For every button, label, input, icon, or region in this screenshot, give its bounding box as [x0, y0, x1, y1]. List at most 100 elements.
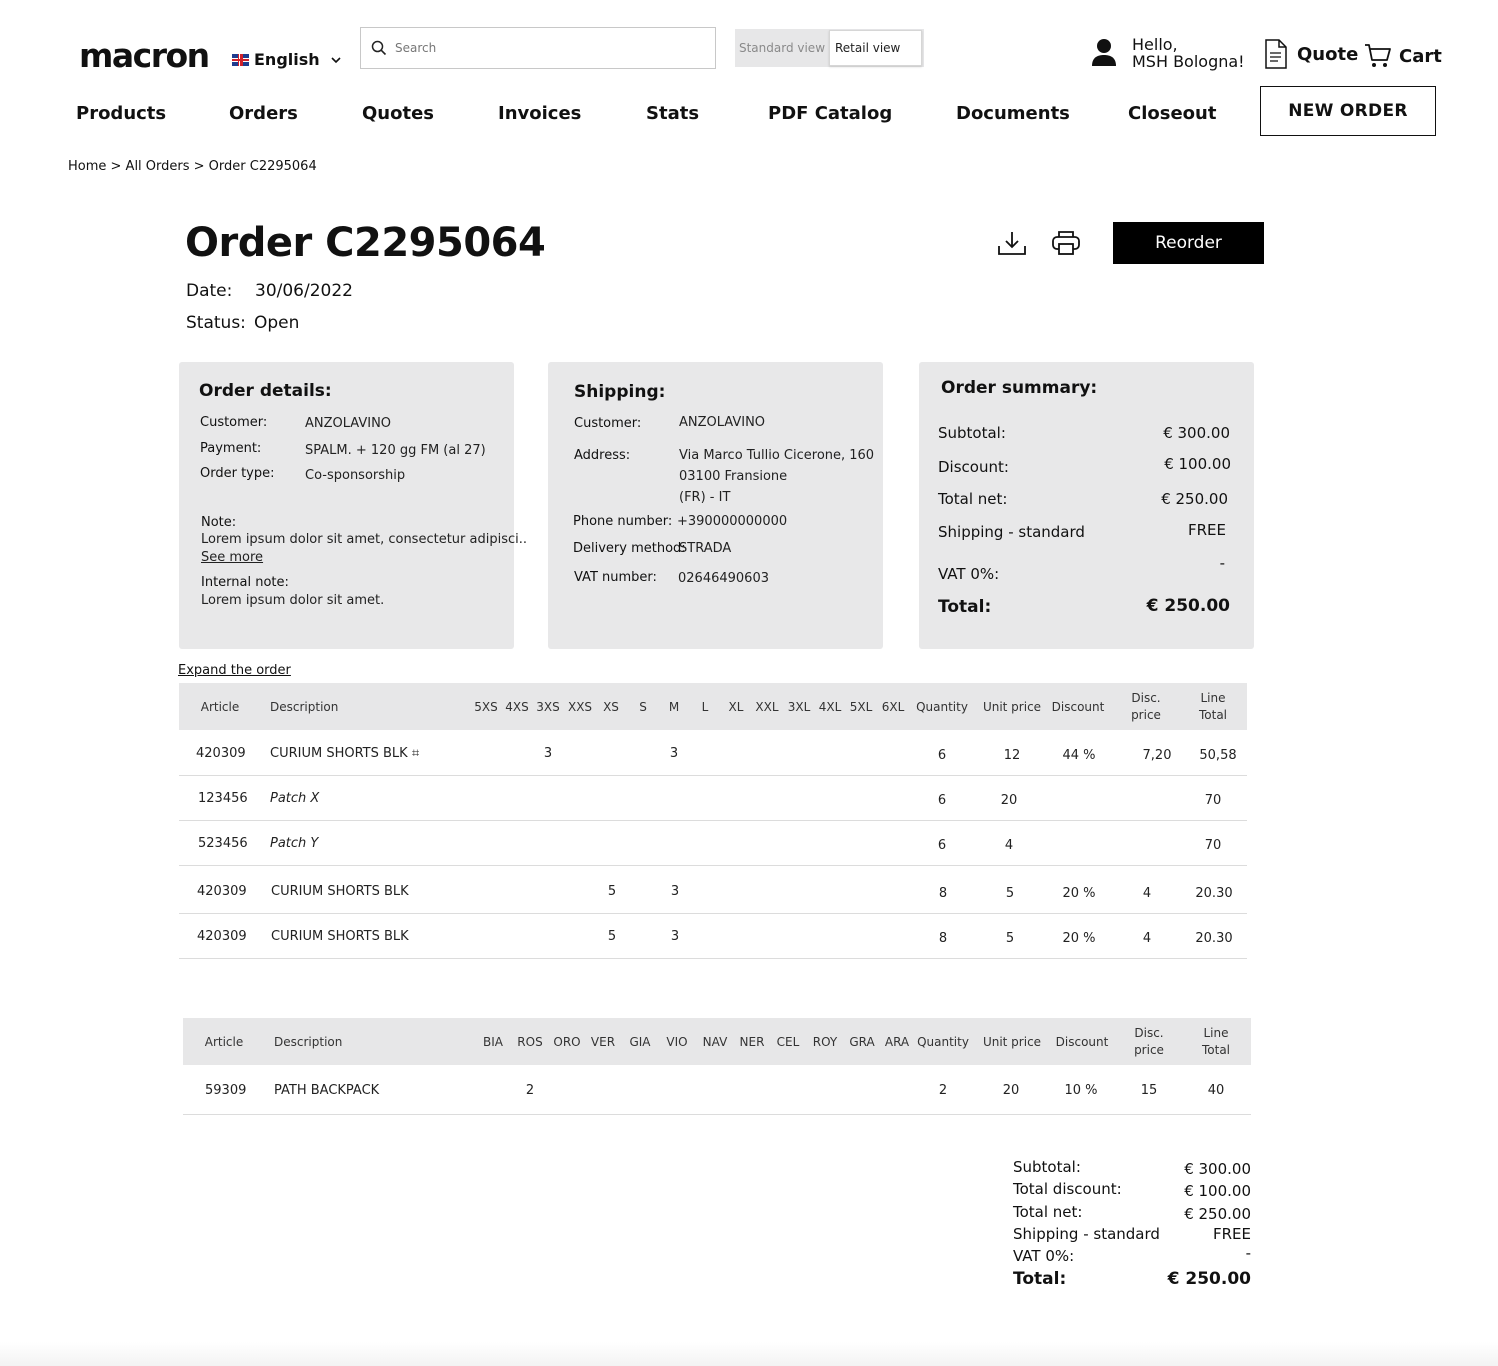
- t1-cell-line-total: 20.30: [1195, 886, 1233, 901]
- nav-products[interactable]: Products: [76, 103, 166, 124]
- breadcrumb[interactable]: Home > All Orders > Order C2295064: [68, 159, 317, 174]
- t1-cell-article: 420309: [197, 929, 247, 944]
- summary-total-net-label: Total net:: [938, 490, 1008, 508]
- t1-col-size: 3XS: [536, 700, 560, 714]
- t2-col-color: ARA: [884, 1035, 910, 1049]
- t2-col-color: VER: [590, 1035, 616, 1049]
- nav-documents[interactable]: Documents: [956, 103, 1070, 124]
- totals-discount-label: Total discount:: [1013, 1180, 1122, 1198]
- t1-cell-discount: 20 %: [1062, 886, 1096, 901]
- t2-col-color: ROS: [517, 1035, 543, 1049]
- t1-cell-quantity: 8: [938, 931, 948, 946]
- quote-button[interactable]: Quote: [1264, 38, 1358, 70]
- greeting-line-2: MSH Bologna!: [1132, 52, 1245, 71]
- ship-customer-value: ANZOLAVINO: [679, 415, 766, 430]
- t1-col-size: XS: [603, 700, 619, 714]
- search-box[interactable]: [360, 27, 716, 69]
- summary-subtotal-value: € 300.00: [1163, 424, 1230, 442]
- t2-cell-quantity: 2: [938, 1083, 948, 1098]
- user-icon[interactable]: [1090, 37, 1118, 67]
- nav-closeout[interactable]: Closeout: [1128, 103, 1216, 124]
- t1-col-size: 4XS: [505, 700, 529, 714]
- t1-cell-article: 523456: [198, 836, 248, 851]
- address-label: Address:: [574, 448, 631, 463]
- view-toggle[interactable]: Standard view Retail view: [735, 29, 924, 67]
- address-line-1: Via Marco Tullio Cicerone, 160: [679, 448, 875, 463]
- totals-total-value: € 250.00: [1167, 1269, 1251, 1289]
- t2-col-color: NAV: [702, 1035, 728, 1049]
- t1-cell-description: CURIUM SHORTS BLK: [271, 929, 409, 944]
- t1-cell-line-total: 70: [1204, 838, 1222, 853]
- t1-cell-unit-price: 20: [1000, 793, 1018, 808]
- totals-net-label: Total net:: [1013, 1203, 1083, 1221]
- t1-cell-line-total: 70: [1204, 793, 1222, 808]
- t1-cell-unit-price: 12: [1003, 748, 1021, 763]
- t2-col-quantity: Quantity: [917, 1035, 969, 1049]
- t2-col-line-total-line1: Line: [1203, 1026, 1229, 1040]
- expand-order-link[interactable]: Expand the order: [178, 663, 291, 678]
- t1-cell-line-total: 20.30: [1195, 931, 1233, 946]
- t1-col-size: 5XL: [849, 700, 873, 714]
- macron-logo[interactable]: macron: [79, 36, 210, 75]
- reorder-button[interactable]: Reorder: [1113, 222, 1264, 264]
- t2-col-color: GIA: [629, 1035, 651, 1049]
- search-input[interactable]: [395, 41, 695, 55]
- shipping-card: [548, 362, 883, 649]
- page-footer-fade: [0, 1342, 1498, 1366]
- cart-button[interactable]: Cart: [1364, 43, 1442, 69]
- t1-col-line-total-line1: Line: [1200, 691, 1226, 705]
- nav-orders[interactable]: Orders: [229, 103, 298, 124]
- customer-label: Customer:: [200, 415, 268, 430]
- totals-net-value: € 250.00: [1184, 1205, 1251, 1223]
- t1-cell-quantity: 6: [937, 838, 947, 853]
- t1-col-unit-price: Unit price: [982, 700, 1042, 714]
- new-order-button[interactable]: NEW ORDER: [1260, 86, 1436, 136]
- user-greeting[interactable]: Hello, MSH Bologna!: [1132, 36, 1245, 70]
- summary-vat-value: -: [1219, 554, 1225, 572]
- download-icon[interactable]: [997, 229, 1027, 257]
- t1-col-size: XXS: [567, 700, 593, 714]
- t1-cell-discount: 44 %: [1062, 748, 1096, 763]
- language-selector[interactable]: English: [232, 50, 343, 69]
- order-details-title: Order details:: [199, 381, 332, 401]
- t1-col-size: M: [668, 700, 680, 714]
- nav-invoices[interactable]: Invoices: [498, 103, 581, 124]
- summary-vat-label: VAT 0%:: [938, 565, 1000, 583]
- nav-stats[interactable]: Stats: [646, 103, 699, 124]
- retail-view-option[interactable]: Retail view: [829, 30, 922, 66]
- phone-value: +390000000000: [677, 514, 788, 529]
- t1-cell-quantity: 8: [938, 886, 948, 901]
- totals-total-label: Total:: [1013, 1269, 1067, 1289]
- cart-label: Cart: [1399, 45, 1442, 67]
- print-icon[interactable]: [1051, 229, 1081, 257]
- t1-col-line-total: Line Total: [1193, 690, 1233, 724]
- t1-cell-unit-price: 5: [1005, 886, 1015, 901]
- order-type-label: Order type:: [200, 466, 275, 481]
- totals-subtotal-value: € 300.00: [1184, 1160, 1251, 1178]
- t2-col-color: GRA: [849, 1035, 875, 1049]
- nav-quotes[interactable]: Quotes: [362, 103, 434, 124]
- t2-col-disc-price: Disc. price: [1128, 1025, 1170, 1059]
- t1-cell-unit-price: 5: [1005, 931, 1015, 946]
- t1-cell-disc-price: 4: [1142, 886, 1152, 901]
- t1-col-size: 4XL: [818, 700, 842, 714]
- totals-discount-value: € 100.00: [1184, 1182, 1251, 1200]
- totals-shipping-value: FREE: [1212, 1225, 1251, 1243]
- summary-subtotal-label: Subtotal:: [938, 424, 1006, 442]
- t1-col-size: XL: [728, 700, 744, 714]
- t1-cell-description: Patch X: [270, 791, 320, 806]
- t2-col-color: ORO: [553, 1035, 581, 1049]
- t1-cell-disc-price: 4: [1142, 931, 1152, 946]
- uk-flag-icon: [232, 53, 249, 66]
- t2-cell-article: 59309: [205, 1083, 247, 1098]
- t1-col-article: Article: [200, 700, 240, 714]
- t1-cell-article: 123456: [198, 791, 248, 806]
- date-label: Date:: [186, 281, 233, 301]
- t2-cell-discount: 10 %: [1064, 1083, 1098, 1098]
- t2-cell-qty-ros: 2: [525, 1083, 535, 1098]
- standard-view-option[interactable]: Standard view: [735, 41, 829, 55]
- delivery-method-value: STRADA: [679, 541, 732, 556]
- t1-cell-disc-price: 7,20: [1142, 748, 1172, 763]
- see-more-link[interactable]: See more: [201, 550, 263, 565]
- nav-pdf-catalog[interactable]: PDF Catalog: [768, 103, 892, 124]
